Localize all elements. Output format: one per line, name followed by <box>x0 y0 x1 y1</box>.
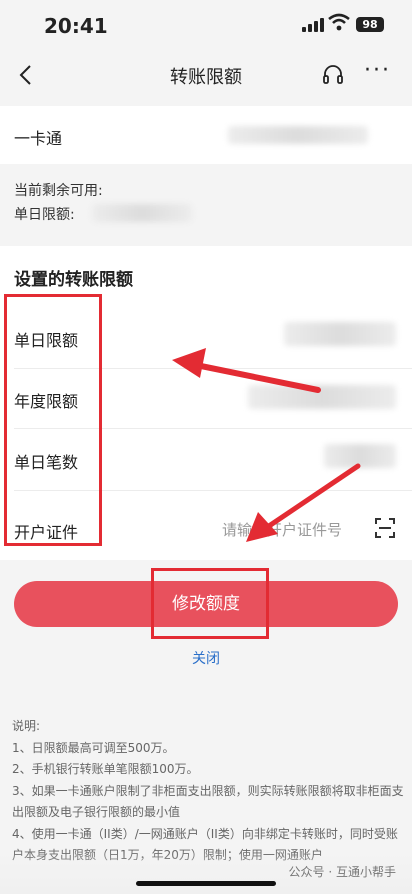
annotation-box-labels <box>4 294 102 546</box>
notes-section: 说明: 1、日限额最高可调至500万。 2、手机银行转账单笔限额100万。 3、… <box>12 716 404 867</box>
note-item: 1、日限额最高可调至500万。 <box>12 740 175 755</box>
account-label: 一卡通 <box>14 129 63 148</box>
available-label: 当前剩余可用: <box>14 183 103 199</box>
close-link[interactable]: 关闭 <box>0 648 412 668</box>
watermark: 公众号 · 互通小帮手 <box>288 865 396 879</box>
scan-icon[interactable] <box>374 517 396 539</box>
annotation-box-button <box>151 568 269 639</box>
notes-heading: 说明: <box>12 719 41 733</box>
account-number-blurred <box>228 126 368 144</box>
nav-bar: 转账限额 ··· <box>0 52 412 98</box>
more-options-icon[interactable]: ··· <box>364 58 391 83</box>
status-time: 20:41 <box>44 14 108 38</box>
status-bar: 20:41 98 <box>0 0 412 52</box>
annual-limit-value[interactable] <box>248 385 396 409</box>
account-card[interactable]: 一卡通 <box>0 106 412 164</box>
id-document-input[interactable]: 请输入开户证件号 <box>222 519 342 540</box>
daily-limit-label: 单日限额: <box>14 207 75 223</box>
note-item: 2、手机银行转账单笔限额100万。 <box>12 762 199 776</box>
home-indicator <box>136 881 276 886</box>
daily-limit-value-blurred <box>92 204 192 222</box>
daily-count-value[interactable] <box>324 444 396 468</box>
battery-icon: 98 <box>356 17 384 32</box>
signal-icon <box>302 18 324 32</box>
section-title: 设置的转账限额 <box>14 270 133 290</box>
daily-limit-value[interactable] <box>284 322 396 346</box>
wifi-icon <box>328 13 350 31</box>
page-title: 转账限额 <box>170 67 242 88</box>
headset-icon[interactable] <box>322 64 344 86</box>
note-item: 3、如果一卡通账户限制了非柜面支出限额，则实际转账限额将取非柜面支出限额及电子银… <box>12 783 404 820</box>
